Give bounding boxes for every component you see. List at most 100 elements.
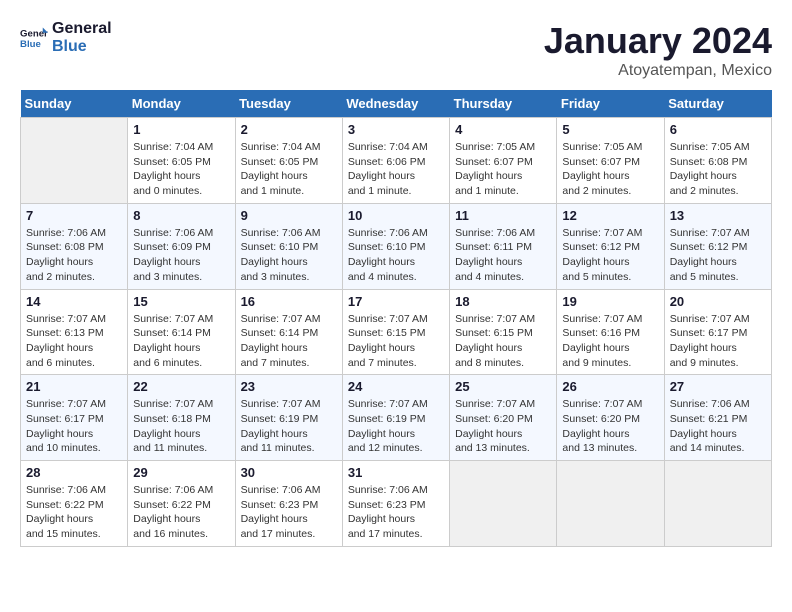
day-info: Sunrise: 7:06 AMSunset: 6:23 PMDaylight … <box>241 483 337 542</box>
day-info: Sunrise: 7:07 AMSunset: 6:20 PMDaylight … <box>562 397 658 456</box>
calendar-cell: 2 Sunrise: 7:04 AMSunset: 6:05 PMDaylight… <box>235 118 342 204</box>
logo-general: General <box>52 20 112 38</box>
day-number: 19 <box>562 294 658 309</box>
day-number: 26 <box>562 379 658 394</box>
calendar-cell: 4 Sunrise: 7:05 AMSunset: 6:07 PMDaylight… <box>450 118 557 204</box>
day-info: Sunrise: 7:04 AMSunset: 6:05 PMDaylight … <box>133 140 229 199</box>
calendar-cell: 13Sunrise: 7:07 AMSunset: 6:12 PMDayligh… <box>664 203 771 289</box>
page-header: General Blue General Blue January 2024 A… <box>20 20 772 80</box>
day-info: Sunrise: 7:06 AMSunset: 6:23 PMDaylight … <box>348 483 444 542</box>
weekday-header-sunday: Sunday <box>21 90 128 118</box>
day-number: 2 <box>241 122 337 137</box>
weekday-header-row: SundayMondayTuesdayWednesdayThursdayFrid… <box>21 90 772 118</box>
day-info: Sunrise: 7:07 AMSunset: 6:16 PMDaylight … <box>562 312 658 371</box>
calendar-cell: 9 Sunrise: 7:06 AMSunset: 6:10 PMDaylight… <box>235 203 342 289</box>
weekday-header-monday: Monday <box>128 90 235 118</box>
calendar-cell: 10 Sunrise: 7:06 AMSunset: 6:10 PMDayligh… <box>342 203 449 289</box>
day-number: 29 <box>133 465 229 480</box>
location-subtitle: Atoyatempan, Mexico <box>544 62 772 80</box>
calendar-cell: 5Sunrise: 7:05 AMSunset: 6:07 PMDaylight… <box>557 118 664 204</box>
day-info: Sunrise: 7:07 AMSunset: 6:17 PMDaylight … <box>26 397 122 456</box>
calendar-cell: 6 Sunrise: 7:05 AMSunset: 6:08 PMDaylight… <box>664 118 771 204</box>
calendar-cell: 11 Sunrise: 7:06 AMSunset: 6:11 PMDayligh… <box>450 203 557 289</box>
day-number: 15 <box>133 294 229 309</box>
day-number: 4 <box>455 122 551 137</box>
day-info: Sunrise: 7:07 AMSunset: 6:17 PMDaylight … <box>670 312 766 371</box>
day-number: 3 <box>348 122 444 137</box>
calendar-cell: 27 Sunrise: 7:06 AMSunset: 6:21 PMDayligh… <box>664 375 771 461</box>
day-number: 7 <box>26 208 122 223</box>
calendar-cell: 31 Sunrise: 7:06 AMSunset: 6:23 PMDayligh… <box>342 461 449 547</box>
day-info: Sunrise: 7:07 AMSunset: 6:12 PMDaylight … <box>562 226 658 285</box>
day-number: 18 <box>455 294 551 309</box>
calendar-cell: 25Sunrise: 7:07 AMSunset: 6:20 PMDayligh… <box>450 375 557 461</box>
calendar-week-row: 28 Sunrise: 7:06 AMSunset: 6:22 PMDayligh… <box>21 461 772 547</box>
day-info: Sunrise: 7:04 AMSunset: 6:05 PMDaylight … <box>241 140 337 199</box>
day-info: Sunrise: 7:06 AMSunset: 6:21 PMDaylight … <box>670 397 766 456</box>
day-info: Sunrise: 7:06 AMSunset: 6:10 PMDaylight … <box>241 226 337 285</box>
day-info: Sunrise: 7:06 AMSunset: 6:22 PMDaylight … <box>26 483 122 542</box>
weekday-header-wednesday: Wednesday <box>342 90 449 118</box>
day-info: Sunrise: 7:05 AMSunset: 6:07 PMDaylight … <box>562 140 658 199</box>
calendar-table: SundayMondayTuesdayWednesdayThursdayFrid… <box>20 90 772 547</box>
day-info: Sunrise: 7:06 AMSunset: 6:08 PMDaylight … <box>26 226 122 285</box>
day-info: Sunrise: 7:05 AMSunset: 6:07 PMDaylight … <box>455 140 551 199</box>
calendar-cell: 16Sunrise: 7:07 AMSunset: 6:14 PMDayligh… <box>235 289 342 375</box>
day-number: 11 <box>455 208 551 223</box>
calendar-week-row: 7 Sunrise: 7:06 AMSunset: 6:08 PMDaylight… <box>21 203 772 289</box>
calendar-cell <box>557 461 664 547</box>
day-number: 28 <box>26 465 122 480</box>
day-number: 22 <box>133 379 229 394</box>
calendar-cell: 3Sunrise: 7:04 AMSunset: 6:06 PMDaylight… <box>342 118 449 204</box>
day-info: Sunrise: 7:06 AMSunset: 6:09 PMDaylight … <box>133 226 229 285</box>
day-info: Sunrise: 7:07 AMSunset: 6:19 PMDaylight … <box>348 397 444 456</box>
calendar-cell: 8 Sunrise: 7:06 AMSunset: 6:09 PMDaylight… <box>128 203 235 289</box>
day-number: 31 <box>348 465 444 480</box>
day-number: 6 <box>670 122 766 137</box>
day-number: 1 <box>133 122 229 137</box>
logo: General Blue General Blue <box>20 20 112 55</box>
weekday-header-saturday: Saturday <box>664 90 771 118</box>
calendar-cell <box>664 461 771 547</box>
weekday-header-tuesday: Tuesday <box>235 90 342 118</box>
day-info: Sunrise: 7:06 AMSunset: 6:10 PMDaylight … <box>348 226 444 285</box>
calendar-cell: 7 Sunrise: 7:06 AMSunset: 6:08 PMDaylight… <box>21 203 128 289</box>
day-number: 12 <box>562 208 658 223</box>
calendar-week-row: 14 Sunrise: 7:07 AMSunset: 6:13 PMDayligh… <box>21 289 772 375</box>
day-info: Sunrise: 7:07 AMSunset: 6:15 PMDaylight … <box>455 312 551 371</box>
calendar-cell: 1 Sunrise: 7:04 AMSunset: 6:05 PMDaylight… <box>128 118 235 204</box>
calendar-cell: 28 Sunrise: 7:06 AMSunset: 6:22 PMDayligh… <box>21 461 128 547</box>
calendar-cell <box>450 461 557 547</box>
day-info: Sunrise: 7:07 AMSunset: 6:13 PMDaylight … <box>26 312 122 371</box>
calendar-cell: 19 Sunrise: 7:07 AMSunset: 6:16 PMDayligh… <box>557 289 664 375</box>
logo-icon: General Blue <box>20 24 48 52</box>
day-info: Sunrise: 7:07 AMSunset: 6:18 PMDaylight … <box>133 397 229 456</box>
day-number: 9 <box>241 208 337 223</box>
weekday-header-thursday: Thursday <box>450 90 557 118</box>
day-number: 16 <box>241 294 337 309</box>
calendar-cell: 18 Sunrise: 7:07 AMSunset: 6:15 PMDayligh… <box>450 289 557 375</box>
calendar-cell: 14 Sunrise: 7:07 AMSunset: 6:13 PMDayligh… <box>21 289 128 375</box>
day-info: Sunrise: 7:06 AMSunset: 6:11 PMDaylight … <box>455 226 551 285</box>
day-number: 27 <box>670 379 766 394</box>
calendar-cell: 24Sunrise: 7:07 AMSunset: 6:19 PMDayligh… <box>342 375 449 461</box>
day-info: Sunrise: 7:07 AMSunset: 6:14 PMDaylight … <box>133 312 229 371</box>
day-info: Sunrise: 7:07 AMSunset: 6:15 PMDaylight … <box>348 312 444 371</box>
calendar-week-row: 1 Sunrise: 7:04 AMSunset: 6:05 PMDaylight… <box>21 118 772 204</box>
day-info: Sunrise: 7:05 AMSunset: 6:08 PMDaylight … <box>670 140 766 199</box>
calendar-cell: 22 Sunrise: 7:07 AMSunset: 6:18 PMDayligh… <box>128 375 235 461</box>
day-number: 10 <box>348 208 444 223</box>
calendar-cell: 20 Sunrise: 7:07 AMSunset: 6:17 PMDayligh… <box>664 289 771 375</box>
day-number: 25 <box>455 379 551 394</box>
day-number: 14 <box>26 294 122 309</box>
day-number: 21 <box>26 379 122 394</box>
day-number: 17 <box>348 294 444 309</box>
calendar-cell: 21 Sunrise: 7:07 AMSunset: 6:17 PMDayligh… <box>21 375 128 461</box>
day-number: 13 <box>670 208 766 223</box>
day-number: 8 <box>133 208 229 223</box>
calendar-cell <box>21 118 128 204</box>
day-number: 20 <box>670 294 766 309</box>
calendar-cell: 26 Sunrise: 7:07 AMSunset: 6:20 PMDayligh… <box>557 375 664 461</box>
calendar-cell: 30Sunrise: 7:06 AMSunset: 6:23 PMDayligh… <box>235 461 342 547</box>
calendar-cell: 29Sunrise: 7:06 AMSunset: 6:22 PMDayligh… <box>128 461 235 547</box>
